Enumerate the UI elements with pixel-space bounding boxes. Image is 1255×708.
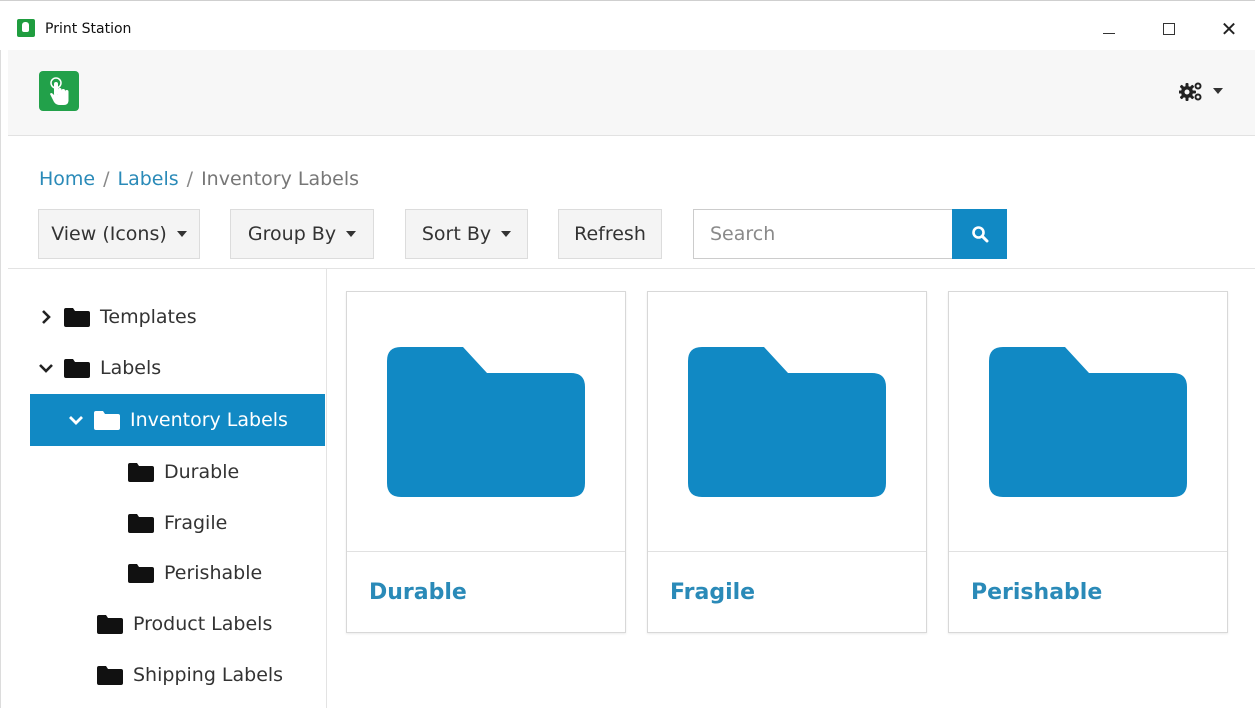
folder-icon (128, 563, 154, 583)
window-title: Print Station (45, 21, 132, 37)
tree-item-durable[interactable]: Durable (128, 448, 239, 496)
card-label[interactable]: Fragile (670, 580, 755, 605)
folder-card-perishable[interactable]: Perishable (948, 291, 1228, 633)
toolbar-divider (8, 268, 1255, 269)
chevron-down-icon (1213, 88, 1223, 94)
tree-item-label: Product Labels (133, 613, 273, 635)
sort-by-dropdown-button[interactable]: Sort By (405, 209, 528, 259)
folder-icon (128, 462, 154, 482)
app-header (8, 50, 1255, 136)
folder-icon (387, 346, 585, 497)
tree-item-perishable[interactable]: Perishable (128, 549, 262, 597)
chevron-down-icon[interactable] (66, 414, 86, 426)
group-by-dropdown-button[interactable]: Group By (230, 209, 374, 259)
tree-item-templates[interactable]: Templates (36, 293, 197, 341)
tree-item-labels[interactable]: Labels (36, 344, 161, 392)
folder-icon (128, 513, 154, 533)
tree-item-label: Fragile (164, 512, 228, 534)
tree-item-label: Shipping Labels (133, 664, 284, 686)
refresh-button[interactable]: Refresh (558, 209, 662, 259)
caret-down-icon (346, 231, 357, 237)
tree-item-label: Templates (100, 306, 197, 328)
group-by-label: Group By (247, 223, 337, 245)
caret-down-icon (176, 231, 187, 237)
folder-card-durable[interactable]: Durable (346, 291, 626, 633)
breadcrumb-separator: / (186, 168, 194, 190)
close-button[interactable]: ✕ (1206, 11, 1252, 47)
breadcrumb: Home / Labels / Inventory Labels (39, 168, 359, 190)
caret-down-icon (501, 231, 512, 237)
chevron-down-icon[interactable] (36, 362, 56, 374)
touch-hand-icon[interactable] (39, 71, 79, 111)
tree-item-label: Perishable (164, 562, 263, 584)
close-icon: ✕ (1220, 17, 1238, 41)
settings-menu[interactable] (1179, 80, 1223, 102)
tree-item-product-labels[interactable]: Product Labels (97, 600, 272, 648)
tree-item-shipping-labels[interactable]: Shipping Labels (97, 651, 283, 699)
app-icon (17, 19, 35, 37)
folder-card-fragile[interactable]: Fragile (647, 291, 927, 633)
folder-icon (64, 307, 90, 327)
tree-item-label: Inventory Labels (130, 409, 288, 431)
gears-icon (1179, 82, 1202, 101)
title-bar: Print Station ✕ (0, 0, 1255, 50)
tree-item-label: Durable (164, 461, 240, 483)
card-thumbnail (347, 292, 625, 552)
search-icon (971, 226, 988, 243)
folder-icon (688, 346, 886, 497)
refresh-label: Refresh (574, 223, 646, 245)
card-thumbnail (949, 292, 1227, 552)
search-button[interactable] (952, 209, 1007, 259)
chevron-right-icon[interactable] (36, 309, 56, 325)
card-thumbnail (648, 292, 926, 552)
folder-icon (989, 346, 1187, 497)
folder-icon (64, 358, 90, 378)
card-label[interactable]: Durable (369, 580, 467, 605)
window-left-edge (0, 50, 8, 708)
search-input[interactable] (693, 209, 953, 259)
card-label[interactable]: Perishable (971, 580, 1102, 605)
maximize-button[interactable] (1146, 11, 1192, 47)
folder-icon (97, 614, 123, 634)
minimize-icon (1103, 32, 1115, 34)
minimize-button[interactable] (1086, 11, 1132, 47)
sort-by-label: Sort By (421, 223, 492, 245)
tree-item-label: Labels (100, 357, 162, 379)
tree-item-inventory-labels[interactable]: Inventory Labels (30, 394, 325, 446)
folder-icon (97, 665, 123, 685)
view-label: View (Icons) (51, 223, 167, 245)
view-dropdown-button[interactable]: View (Icons) (38, 209, 200, 259)
breadcrumb-current: Inventory Labels (201, 168, 360, 190)
folder-icon (94, 410, 120, 430)
breadcrumb-separator: / (103, 168, 110, 190)
maximize-icon (1163, 23, 1175, 35)
breadcrumb-home[interactable]: Home (39, 168, 95, 190)
sidebar-divider (326, 269, 327, 708)
tree-item-fragile[interactable]: Fragile (128, 499, 227, 547)
breadcrumb-labels[interactable]: Labels (118, 168, 179, 190)
